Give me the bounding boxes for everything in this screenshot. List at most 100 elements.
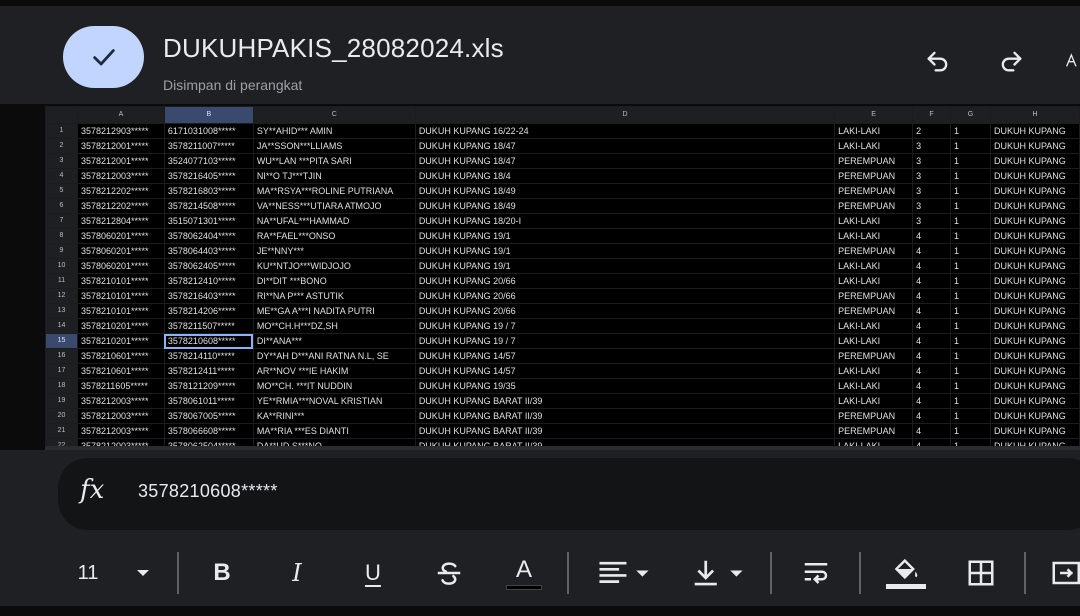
cell-c[interactable]: KA**RINI*** [252, 408, 416, 424]
cell-d[interactable]: DUKUH KUPANG 18/4 [414, 168, 836, 184]
cell-g[interactable]: 1 [950, 258, 991, 274]
row-header[interactable]: 21 [45, 423, 78, 439]
cell-d[interactable]: DUKUH KUPANG 19/35 [414, 378, 836, 394]
cell-f[interactable]: 3 [912, 183, 952, 199]
underline-button[interactable]: U [356, 548, 390, 598]
cell-b[interactable]: 3578216403***** [163, 288, 254, 304]
cell-h[interactable]: DUKUH KUPANG [989, 423, 1080, 439]
row-header[interactable]: 12 [45, 288, 78, 304]
cell-g[interactable]: 1 [950, 288, 991, 304]
cell-a[interactable]: 3578210201***** [76, 318, 165, 334]
cell-f[interactable]: 4 [912, 423, 952, 439]
cell-d[interactable]: DUKUH KUPANG 20/66 [414, 288, 836, 304]
cell-f[interactable]: 3 [912, 168, 952, 184]
cell-f[interactable]: 3 [912, 138, 952, 154]
cell-d[interactable]: DUKUH KUPANG BARAT II/39 [414, 423, 836, 439]
cell-h[interactable]: DUKUH KUPANG [989, 438, 1080, 446]
cell-c[interactable]: WU**LAN ***PITA SARI [252, 153, 416, 169]
cell-f[interactable]: 4 [912, 243, 952, 259]
row-header[interactable]: 20 [45, 408, 78, 424]
cell-a[interactable]: 3578212003***** [76, 168, 165, 184]
cell-e[interactable]: PEREMPUAN [834, 408, 914, 424]
cell-h[interactable]: DUKUH KUPANG [989, 408, 1080, 424]
cell-g[interactable]: 1 [950, 363, 991, 379]
cell-d[interactable]: DUKUH KUPANG 14/57 [414, 348, 836, 364]
cell-a[interactable]: 3578060201***** [76, 243, 165, 259]
cell-b[interactable]: 3578062405***** [163, 258, 254, 274]
bold-button[interactable]: B [205, 548, 239, 598]
cell-e[interactable]: PEREMPUAN [834, 183, 914, 199]
cell-a[interactable]: 3578211605***** [76, 378, 165, 394]
cell-c[interactable]: RI**NA P*** ASTUTIK [252, 288, 416, 304]
borders-button[interactable] [962, 548, 1000, 598]
cell-c[interactable]: ME**GA A***I NADITA PUTRI [252, 303, 416, 319]
cell-a[interactable]: 3578212903***** [76, 123, 165, 139]
cell-g[interactable]: 1 [950, 318, 991, 334]
cell-e[interactable]: LAKI-LAKI [834, 438, 914, 446]
cell-d[interactable]: DUKUH KUPANG 19/1 [414, 228, 836, 244]
cell-f[interactable]: 4 [912, 348, 952, 364]
cell-c[interactable]: DI**DIT ***BONO [252, 273, 416, 289]
row-header[interactable]: 3 [45, 153, 78, 169]
font-size-value[interactable]: 11 [70, 548, 106, 598]
cell-g[interactable]: 1 [950, 243, 991, 259]
cell-e[interactable]: PEREMPUAN [834, 303, 914, 319]
cell-d[interactable]: DUKUH KUPANG 18/49 [414, 198, 836, 214]
row-header[interactable]: 18 [45, 378, 78, 394]
cell-e[interactable]: PEREMPUAN [834, 198, 914, 214]
cell-f[interactable]: 4 [912, 363, 952, 379]
row-header[interactable]: 2 [45, 138, 78, 154]
cell-b[interactable]: 3578216405***** [163, 168, 254, 184]
cell-g[interactable]: 1 [950, 228, 991, 244]
cell-e[interactable]: LAKI-LAKI [834, 363, 914, 379]
cell-h[interactable]: DUKUH KUPANG [989, 393, 1080, 409]
cell-a[interactable]: 3578212003***** [76, 408, 165, 424]
row-header[interactable]: 11 [45, 273, 78, 289]
row-header[interactable]: 8 [45, 228, 78, 244]
cell-c[interactable]: VA**NESS***UTIARA ATMOJO [252, 198, 416, 214]
cell-a[interactable]: 3578212202***** [76, 183, 165, 199]
column-header-h[interactable]: H [989, 106, 1080, 124]
column-header-f[interactable]: F [912, 106, 952, 124]
cell-g[interactable]: 1 [950, 183, 991, 199]
cell-e[interactable]: LAKI-LAKI [834, 138, 914, 154]
row-header[interactable]: 1 [45, 123, 78, 139]
cell-g[interactable]: 1 [950, 303, 991, 319]
cell-c[interactable]: MA**RIA ***ES DIANTI [252, 423, 416, 439]
cell-c[interactable]: JA**SSON***LLIAMS [252, 138, 416, 154]
cell-d[interactable]: DUKUH KUPANG 19 / 7 [414, 333, 836, 349]
cell-e[interactable]: PEREMPUAN [834, 168, 914, 184]
cell-h[interactable]: DUKUH KUPANG [989, 168, 1080, 184]
cell-a[interactable]: 3578210601***** [76, 348, 165, 364]
row-header[interactable]: 14 [45, 318, 78, 334]
cell-c[interactable]: NI**O TJ***TJIN [252, 168, 416, 184]
cell-c[interactable]: MO**CH.H***DZ,SH [252, 318, 416, 334]
text-color-button[interactable]: A [505, 548, 543, 598]
formula-input[interactable]: 3578210608***** [138, 481, 278, 502]
cell-b[interactable]: 3578212411***** [163, 363, 254, 379]
cell-h[interactable]: DUKUH KUPANG [989, 138, 1080, 154]
cell-c[interactable]: DY**AH D***ANI RATNA N.L, SE [252, 348, 416, 364]
cell-e[interactable]: LAKI-LAKI [834, 213, 914, 229]
cell-d[interactable]: DUKUH KUPANG 19 / 7 [414, 318, 836, 334]
cell-h[interactable]: DUKUH KUPANG [989, 258, 1080, 274]
cell-e[interactable]: LAKI-LAKI [834, 123, 914, 139]
cell-d[interactable]: DUKUH KUPANG 18/47 [414, 138, 836, 154]
cell-d[interactable]: DUKUH KUPANG 20/66 [414, 273, 836, 289]
cell-e[interactable]: LAKI-LAKI [834, 378, 914, 394]
cell-a[interactable]: 3578210601***** [76, 363, 165, 379]
undo-button[interactable] [923, 46, 953, 76]
cell-g[interactable]: 1 [950, 153, 991, 169]
cell-h[interactable]: DUKUH KUPANG [989, 153, 1080, 169]
row-header[interactable]: 7 [45, 213, 78, 229]
cell-f[interactable]: 2 [912, 123, 952, 139]
cell-d[interactable]: DUKUH KUPANG 19/1 [414, 243, 836, 259]
cell-b[interactable]: 6171031008***** [163, 123, 254, 139]
cell-table[interactable]: ABCDEFGH 1 3578212903***** 6171031008*****… [45, 106, 1080, 446]
cell-g[interactable]: 1 [950, 138, 991, 154]
cell-d[interactable]: DUKUH KUPANG 18/49 [414, 183, 836, 199]
cell-b[interactable]: 3578064403***** [163, 243, 254, 259]
row-header[interactable]: 22 [45, 438, 78, 446]
cell-b[interactable]: 3578066608***** [163, 423, 254, 439]
cell-h[interactable]: DUKUH KUPANG [989, 348, 1080, 364]
